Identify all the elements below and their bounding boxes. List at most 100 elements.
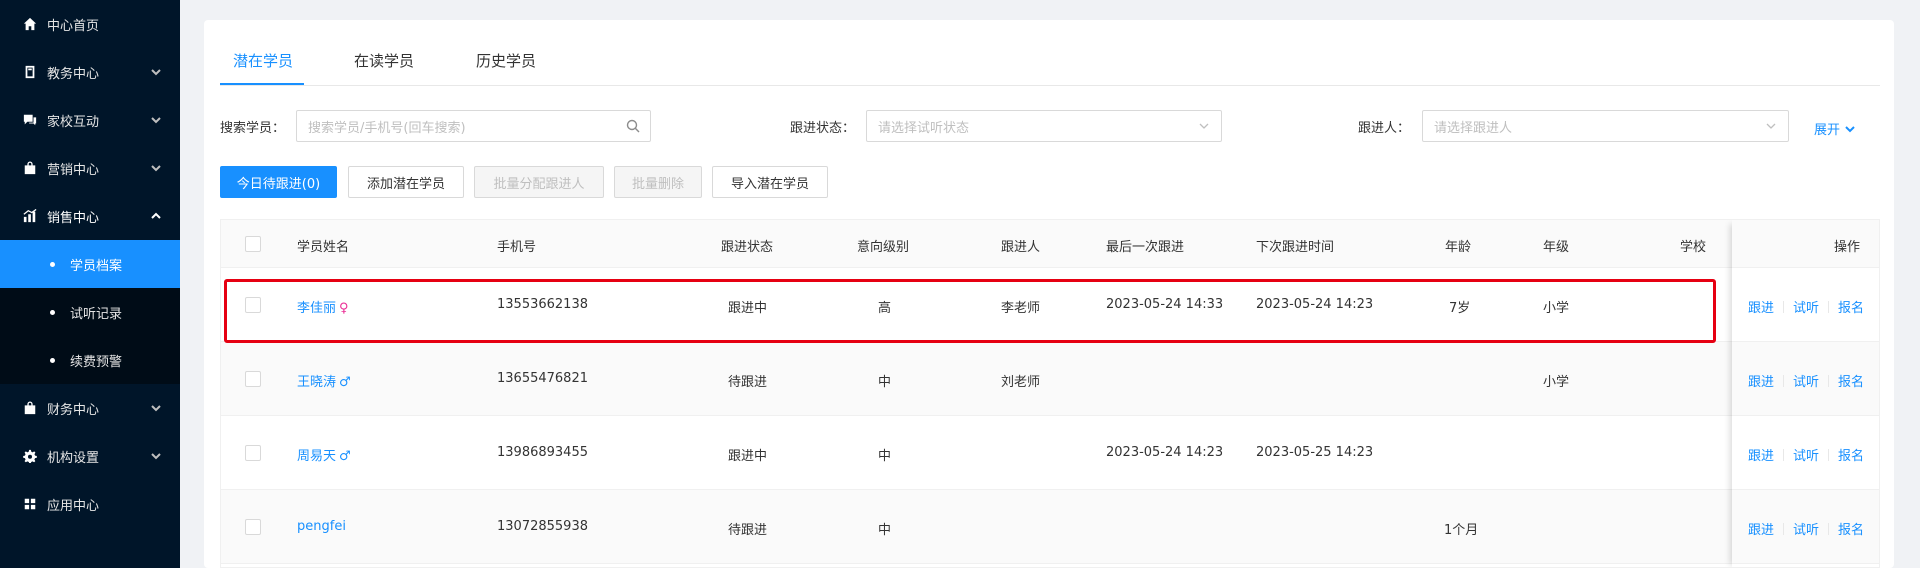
gear-icon [22,448,38,464]
batch-assign-button[interactable]: 批量分配跟进人 [474,166,604,198]
book-icon [22,64,38,80]
divider [1828,448,1830,461]
chevron-down-icon [150,66,162,78]
sidebar-item-sales[interactable]: 销售中心 [0,192,180,240]
cell-status: 跟进中 [728,301,768,316]
chart-icon [22,208,38,224]
cell-next-follow: 2023-05-24 14:23 [1256,297,1374,312]
search-input[interactable]: 搜索学员/手机号(回车搜索) [296,110,651,142]
status-select[interactable]: 请选择试听状态 [866,110,1222,142]
divider [1783,374,1785,387]
row-checkbox[interactable] [245,371,261,387]
cell-follower: 李老师 [1001,301,1041,316]
cell-next-follow: 2023-05-25 14:23 [1256,445,1374,460]
table-row: pengfei 13072855938 待跟进 中 1个月 [221,490,1879,564]
ops-cell: 跟进 试听 报名 [1732,342,1879,416]
sidebar-item-label: 家校互动 [47,114,100,130]
col-header-name: 学员姓名 [297,240,350,255]
sidebar-item-label: 销售中心 [47,210,100,226]
row-checkbox[interactable] [245,519,261,535]
sidebar-subitem-student-files[interactable]: 学员档案 [0,240,180,288]
expand-label: 展开 [1814,123,1841,138]
sidebar-item-apps[interactable]: 应用中心 [0,480,180,528]
follow-link[interactable]: 跟进 [1748,371,1774,390]
sidebar: 中心首页 教务中心 家校互动 营销中心 销售中心 学员档案 试听记录 续费预警 [0,0,180,568]
cell-grade: 小学 [1543,375,1570,390]
student-name-link[interactable]: pengfei [297,519,346,534]
enroll-link[interactable]: 报名 [1838,297,1864,316]
sidebar-item-label: 教务中心 [47,66,100,82]
import-students-button[interactable]: 导入潜在学员 [712,166,828,198]
chevron-down-icon [150,450,162,462]
col-header-intent: 意向级别 [857,240,910,255]
tab-history-students[interactable]: 历史学员 [476,50,536,71]
batch-delete-button[interactable]: 批量删除 [614,166,702,198]
sidebar-item-home-school[interactable]: 家校互动 [0,96,180,144]
trial-link[interactable]: 试听 [1793,445,1819,464]
wallet-icon [22,400,38,416]
chevron-down-icon [150,402,162,414]
sidebar-subitem-renewal-alert[interactable]: 续费预警 [0,336,180,384]
row-checkbox[interactable] [245,297,261,313]
student-name: pengfei [297,519,346,534]
today-follow-button[interactable]: 今日待跟进(0) [220,166,337,198]
follow-link[interactable]: 跟进 [1748,445,1774,464]
student-name-link[interactable]: 王晓涛 ♂ [297,371,351,390]
cell-status: 待跟进 [728,375,768,390]
cell-phone: 13986893455 [497,445,588,460]
tab-potential-students[interactable]: 潜在学员 [233,50,293,71]
status-placeholder: 请选择试听状态 [878,120,970,136]
sidebar-item-finance[interactable]: 财务中心 [0,384,180,432]
divider [1783,300,1785,313]
sidebar-item-label: 机构设置 [47,450,100,466]
tab-current-students[interactable]: 在读学员 [354,50,414,71]
table-row: 周易天 ♂ 13986893455 跟进中 中 2023-05-24 14:23 … [221,416,1879,490]
divider [1828,374,1830,387]
table-header: 学员姓名 手机号 跟进状态 意向级别 跟进人 最后一次跟进 下次跟进时间 年龄 … [221,220,1879,268]
row-actions: 跟进 试听 报名 [1748,371,1864,390]
female-icon: ♀ [339,301,349,316]
follow-link[interactable]: 跟进 [1748,519,1774,538]
male-icon: ♂ [339,375,351,390]
enroll-link[interactable]: 报名 [1838,519,1864,538]
chevron-down-icon [1845,125,1855,132]
bag-icon [22,160,38,176]
trial-link[interactable]: 试听 [1793,371,1819,390]
col-header-phone: 手机号 [497,240,537,255]
cell-intent: 高 [878,301,892,316]
col-header-last-follow: 最后一次跟进 [1106,240,1185,255]
ops-cell: 跟进 试听 报名 [1732,268,1879,342]
enroll-link[interactable]: 报名 [1838,371,1864,390]
trial-link[interactable]: 试听 [1793,519,1819,538]
student-name-link[interactable]: 周易天 ♂ [297,445,351,464]
tab-ink-bar [220,83,304,85]
sidebar-item-marketing[interactable]: 营销中心 [0,144,180,192]
add-student-button[interactable]: 添加潜在学员 [348,166,464,198]
sidebar-item-settings[interactable]: 机构设置 [0,432,180,480]
chevron-down-icon [1197,119,1211,133]
follower-select[interactable]: 请选择跟进人 [1422,110,1789,142]
student-name-link[interactable]: 李佳丽 ♀ [297,297,349,316]
col-header-age: 年龄 [1445,240,1472,255]
enroll-link[interactable]: 报名 [1838,445,1864,464]
trial-link[interactable]: 试听 [1793,297,1819,316]
cell-phone: 13072855938 [497,519,588,534]
sidebar-item-label: 中心首页 [47,18,100,34]
row-actions: 跟进 试听 报名 [1748,519,1864,538]
col-header-grade: 年级 [1543,240,1570,255]
sidebar-item-home[interactable]: 中心首页 [0,0,180,48]
sidebar-subitem-trial-records[interactable]: 试听记录 [0,288,180,336]
select-all-checkbox[interactable] [245,236,261,252]
male-icon: ♂ [339,449,351,464]
sidebar-item-label: 营销中心 [47,162,100,178]
cell-intent: 中 [878,375,892,390]
expand-filters-link[interactable]: 展开 [1814,119,1856,138]
ops-cell: 跟进 试听 报名 [1732,490,1879,564]
follow-link[interactable]: 跟进 [1748,297,1774,316]
row-checkbox[interactable] [245,445,261,461]
chevron-down-icon [150,162,162,174]
search-icon[interactable] [626,119,640,133]
search-label: 搜索学员： [220,121,286,136]
sidebar-item-academic[interactable]: 教务中心 [0,48,180,96]
col-header-next-follow: 下次跟进时间 [1256,240,1335,255]
